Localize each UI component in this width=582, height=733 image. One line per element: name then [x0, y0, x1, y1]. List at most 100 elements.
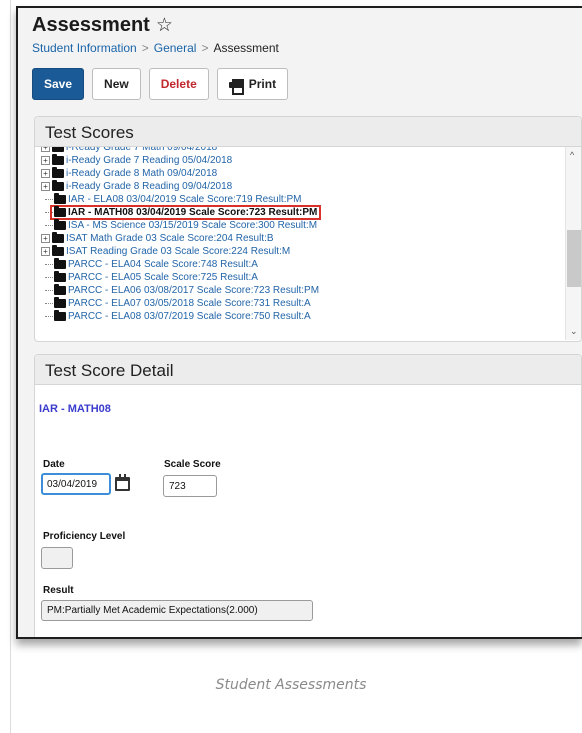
- test-score-item[interactable]: PARCC - ELA04 Scale Score:748 Result:A: [54, 258, 258, 270]
- test-score-item[interactable]: ISA - MS Science 03/15/2019 Scale Score:…: [54, 219, 318, 231]
- folder-icon: [52, 147, 64, 152]
- test-score-label: PARCC - ELA06 03/08/2017 Scale Score:723…: [68, 285, 320, 296]
- folder-icon: [54, 297, 66, 308]
- expand-icon[interactable]: +: [41, 169, 50, 178]
- tree-connector: [41, 303, 54, 304]
- test-score-row[interactable]: PARCC - ELA04 Scale Score:748 Result:A: [41, 258, 561, 271]
- test-scores-heading: Test Scores: [35, 117, 581, 147]
- expand-icon[interactable]: +: [41, 182, 50, 191]
- test-score-row[interactable]: + i-Ready Grade 7 Math 09/04/2018: [41, 147, 561, 154]
- calendar-icon[interactable]: [115, 474, 130, 491]
- test-score-label: ISA - MS Science 03/15/2019 Scale Score:…: [68, 220, 318, 231]
- page-header: Assessment ☆ Student Information > General…: [32, 14, 279, 55]
- result-field[interactable]: PM:Partially Met Academic Expectations(2…: [41, 600, 313, 621]
- test-score-item[interactable]: IAR - ELA08 03/04/2019 Scale Score:719 R…: [54, 193, 302, 205]
- tree-connector: [41, 199, 54, 200]
- test-score-label: PARCC - ELA04 Scale Score:748 Result:A: [68, 259, 258, 270]
- test-score-row[interactable]: PARCC - ELA05 Scale Score:725 Result:A: [41, 271, 561, 284]
- test-score-label: i-Ready Grade 8 Reading 09/04/2018: [66, 181, 233, 192]
- expand-icon[interactable]: +: [41, 147, 50, 152]
- breadcrumb-separator-icon: >: [141, 41, 149, 55]
- folder-icon: [54, 258, 66, 269]
- breadcrumb: Student Information > General > Assessment: [32, 41, 279, 55]
- print-button-label: Print: [248, 77, 277, 91]
- breadcrumb-separator-icon: >: [201, 41, 209, 55]
- test-score-label: ISAT Math Grade 03 Scale Score:204 Resul…: [66, 233, 274, 244]
- tree-list: + i-Ready Grade 7 Math 09/04/2018 + i-Ready…: [41, 147, 561, 323]
- test-score-label: PARCC - ELA08 03/07/2019 Scale Score:750…: [68, 311, 311, 322]
- scale-score-label: Scale Score: [164, 459, 221, 470]
- detail-body: IAR - MATH08 Date Scale Score Proficienc…: [35, 385, 581, 637]
- expand-icon[interactable]: +: [41, 234, 50, 243]
- test-name: IAR - MATH08: [39, 403, 111, 415]
- test-scores-panel: Test Scores + i-Ready Grade 7 Math 09/04/…: [34, 116, 582, 342]
- tree-connector: [41, 316, 54, 317]
- date-label: Date: [43, 459, 65, 470]
- scale-score-field[interactable]: [163, 475, 217, 497]
- figure-caption: Student Assessments: [215, 677, 367, 693]
- test-score-item[interactable]: ISAT Math Grade 03 Scale Score:204 Resul…: [52, 232, 274, 244]
- test-score-detail-panel: Test Score Detail IAR - MATH08 Date Scal…: [34, 354, 582, 637]
- test-score-row[interactable]: ISA - MS Science 03/15/2019 Scale Score:…: [41, 219, 561, 232]
- test-score-item[interactable]: i-Ready Grade 7 Math 09/04/2018: [52, 147, 217, 153]
- test-score-label: IAR - MATH08 03/04/2019 Scale Score:723 …: [68, 207, 318, 218]
- print-button[interactable]: Print: [216, 68, 289, 100]
- tree-connector: [41, 290, 54, 291]
- test-score-item[interactable]: i-Ready Grade 8 Math 09/04/2018: [52, 167, 217, 179]
- folder-icon: [54, 193, 66, 204]
- test-score-item[interactable]: PARCC - ELA07 03/05/2018 Scale Score:731…: [54, 297, 311, 309]
- expand-icon[interactable]: +: [41, 156, 50, 165]
- test-score-label: PARCC - ELA07 03/05/2018 Scale Score:731…: [68, 298, 311, 309]
- tree-connector: [41, 225, 54, 226]
- folder-icon: [54, 219, 66, 230]
- folder-icon: [54, 271, 66, 282]
- breadcrumb-general[interactable]: General: [154, 41, 197, 55]
- test-score-row[interactable]: + i-Ready Grade 8 Reading 09/04/2018: [41, 180, 561, 193]
- test-score-row[interactable]: PARCC - ELA07 03/05/2018 Scale Score:731…: [41, 297, 561, 310]
- folder-icon: [52, 154, 64, 165]
- test-score-row[interactable]: PARCC - ELA08 03/07/2019 Scale Score:750…: [41, 310, 561, 323]
- test-score-detail-heading: Test Score Detail: [35, 355, 581, 385]
- test-score-item[interactable]: IAR - MATH08 03/04/2019 Scale Score:723 …: [50, 205, 322, 220]
- test-score-row[interactable]: + i-Ready Grade 8 Math 09/04/2018: [41, 167, 561, 180]
- breadcrumb-student-information[interactable]: Student Information: [32, 41, 137, 55]
- test-score-item[interactable]: PARCC - ELA05 Scale Score:725 Result:A: [54, 271, 258, 283]
- assessment-window: Assessment ☆ Student Information > General…: [16, 6, 582, 639]
- test-score-row[interactable]: PARCC - ELA06 03/08/2017 Scale Score:723…: [41, 284, 561, 297]
- test-score-label: IAR - ELA08 03/04/2019 Scale Score:719 R…: [68, 194, 302, 205]
- scroll-down-icon[interactable]: ⌄: [570, 326, 578, 337]
- folder-icon: [54, 206, 66, 217]
- folder-icon: [54, 310, 66, 321]
- expand-icon[interactable]: +: [41, 247, 50, 256]
- date-field[interactable]: [41, 473, 111, 495]
- delete-button[interactable]: Delete: [148, 68, 209, 100]
- test-score-item[interactable]: i-Ready Grade 8 Reading 09/04/2018: [52, 180, 233, 192]
- test-score-row-selected[interactable]: IAR - MATH08 03/04/2019 Scale Score:723 …: [41, 205, 561, 220]
- folder-icon: [52, 232, 64, 243]
- test-score-item[interactable]: i-Ready Grade 7 Reading 05/04/2018: [52, 154, 232, 166]
- test-score-item[interactable]: PARCC - ELA06 03/08/2017 Scale Score:723…: [54, 284, 320, 296]
- test-score-item[interactable]: PARCC - ELA08 03/07/2019 Scale Score:750…: [54, 310, 311, 322]
- printer-icon: [228, 78, 244, 95]
- favorite-star-icon[interactable]: ☆: [156, 14, 173, 37]
- test-score-label: ISAT Reading Grade 03 Scale Score:224 Re…: [66, 246, 291, 257]
- result-label: Result: [43, 585, 74, 596]
- breadcrumb-assessment: Assessment: [213, 41, 279, 55]
- test-score-row[interactable]: + ISAT Math Grade 03 Scale Score:204 Resu…: [41, 232, 561, 245]
- test-score-item[interactable]: ISAT Reading Grade 03 Scale Score:224 Re…: [52, 245, 291, 257]
- test-score-row[interactable]: + ISAT Reading Grade 03 Scale Score:224 R…: [41, 245, 561, 258]
- tree-connector: [41, 277, 54, 278]
- save-button[interactable]: Save: [32, 68, 85, 100]
- folder-icon: [52, 167, 64, 178]
- tree-scrollbar[interactable]: ^ ⌄: [565, 147, 581, 340]
- folder-icon: [52, 180, 64, 191]
- scrollbar-thumb[interactable]: [567, 230, 581, 287]
- proficiency-level-field[interactable]: [41, 547, 73, 569]
- new-button[interactable]: New: [92, 68, 141, 100]
- folder-icon: [54, 284, 66, 295]
- test-score-row[interactable]: + i-Ready Grade 7 Reading 05/04/2018: [41, 154, 561, 167]
- action-toolbar: Save New Delete Print: [32, 68, 289, 100]
- scroll-up-icon[interactable]: ^: [570, 150, 574, 160]
- folder-icon: [52, 245, 64, 256]
- test-scores-tree: + i-Ready Grade 7 Math 09/04/2018 + i-Ready…: [35, 147, 581, 340]
